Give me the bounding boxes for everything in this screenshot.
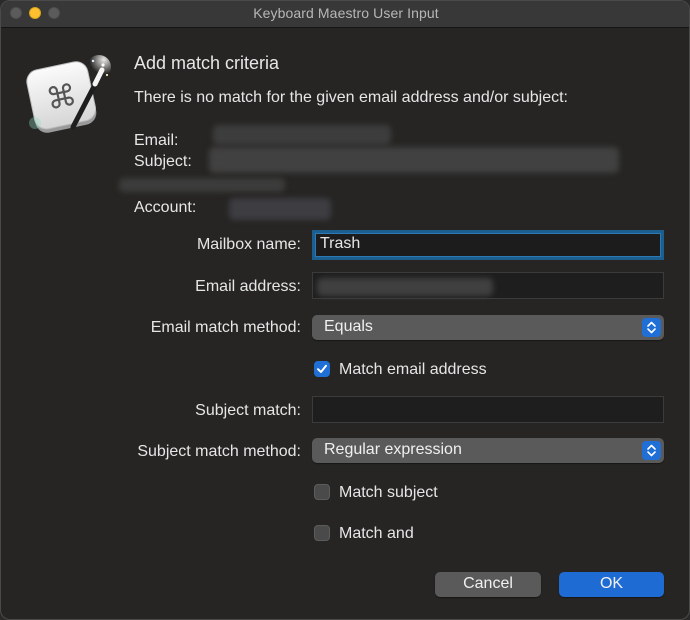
- email-address-label: Email address:: [195, 278, 301, 295]
- email-match-method-label: Email match method:: [150, 319, 301, 336]
- email-address-redacted: [317, 278, 493, 296]
- mailbox-name-label: Mailbox name:: [196, 236, 301, 253]
- dialog-heading: Add match criteria: [134, 53, 280, 73]
- mailbox-name-field[interactable]: Trash: [312, 230, 664, 260]
- subject-match-field[interactable]: [312, 396, 664, 423]
- match-email-address-checkbox[interactable]: [314, 361, 330, 377]
- title-bar: Keyboard Maestro User Input: [1, 1, 689, 28]
- match-email-address-label[interactable]: Match email address: [339, 361, 487, 379]
- user-input-dialog: Keyboard Maestro User Input ⌘ Add match …: [0, 0, 690, 620]
- chevron-up-down-icon: [642, 318, 661, 337]
- window-title: Keyboard Maestro User Input: [253, 5, 439, 21]
- subject-match-method-value: Regular expression: [324, 441, 462, 458]
- cancel-button[interactable]: Cancel: [435, 572, 541, 597]
- checkmark-icon: [317, 364, 327, 373]
- email-match-method-value: Equals: [324, 318, 373, 335]
- email-match-method-select[interactable]: Equals: [312, 315, 664, 340]
- match-and-checkbox[interactable]: [314, 525, 330, 541]
- account-info-label: Account:: [134, 199, 197, 216]
- match-and-label[interactable]: Match and: [339, 525, 414, 543]
- subject-match-method-select[interactable]: Regular expression: [312, 438, 664, 463]
- keyboard-maestro-app-icon: ⌘: [26, 55, 111, 133]
- dialog-message: There is no match for the given email ad…: [134, 89, 568, 106]
- chevron-up-down-icon: [642, 441, 661, 460]
- extra-line-redacted: [119, 178, 285, 192]
- subject-value-redacted: [209, 147, 619, 173]
- account-value-redacted: [229, 198, 331, 220]
- subject-info-label: Subject:: [134, 153, 192, 170]
- subject-match-method-label: Subject match method:: [137, 443, 301, 460]
- match-subject-label[interactable]: Match subject: [339, 484, 438, 502]
- ok-button[interactable]: OK: [559, 572, 664, 597]
- match-subject-checkbox[interactable]: [314, 484, 330, 500]
- email-value-redacted: [213, 125, 391, 145]
- email-info-label: Email:: [134, 132, 179, 149]
- subject-match-label: Subject match:: [195, 402, 301, 419]
